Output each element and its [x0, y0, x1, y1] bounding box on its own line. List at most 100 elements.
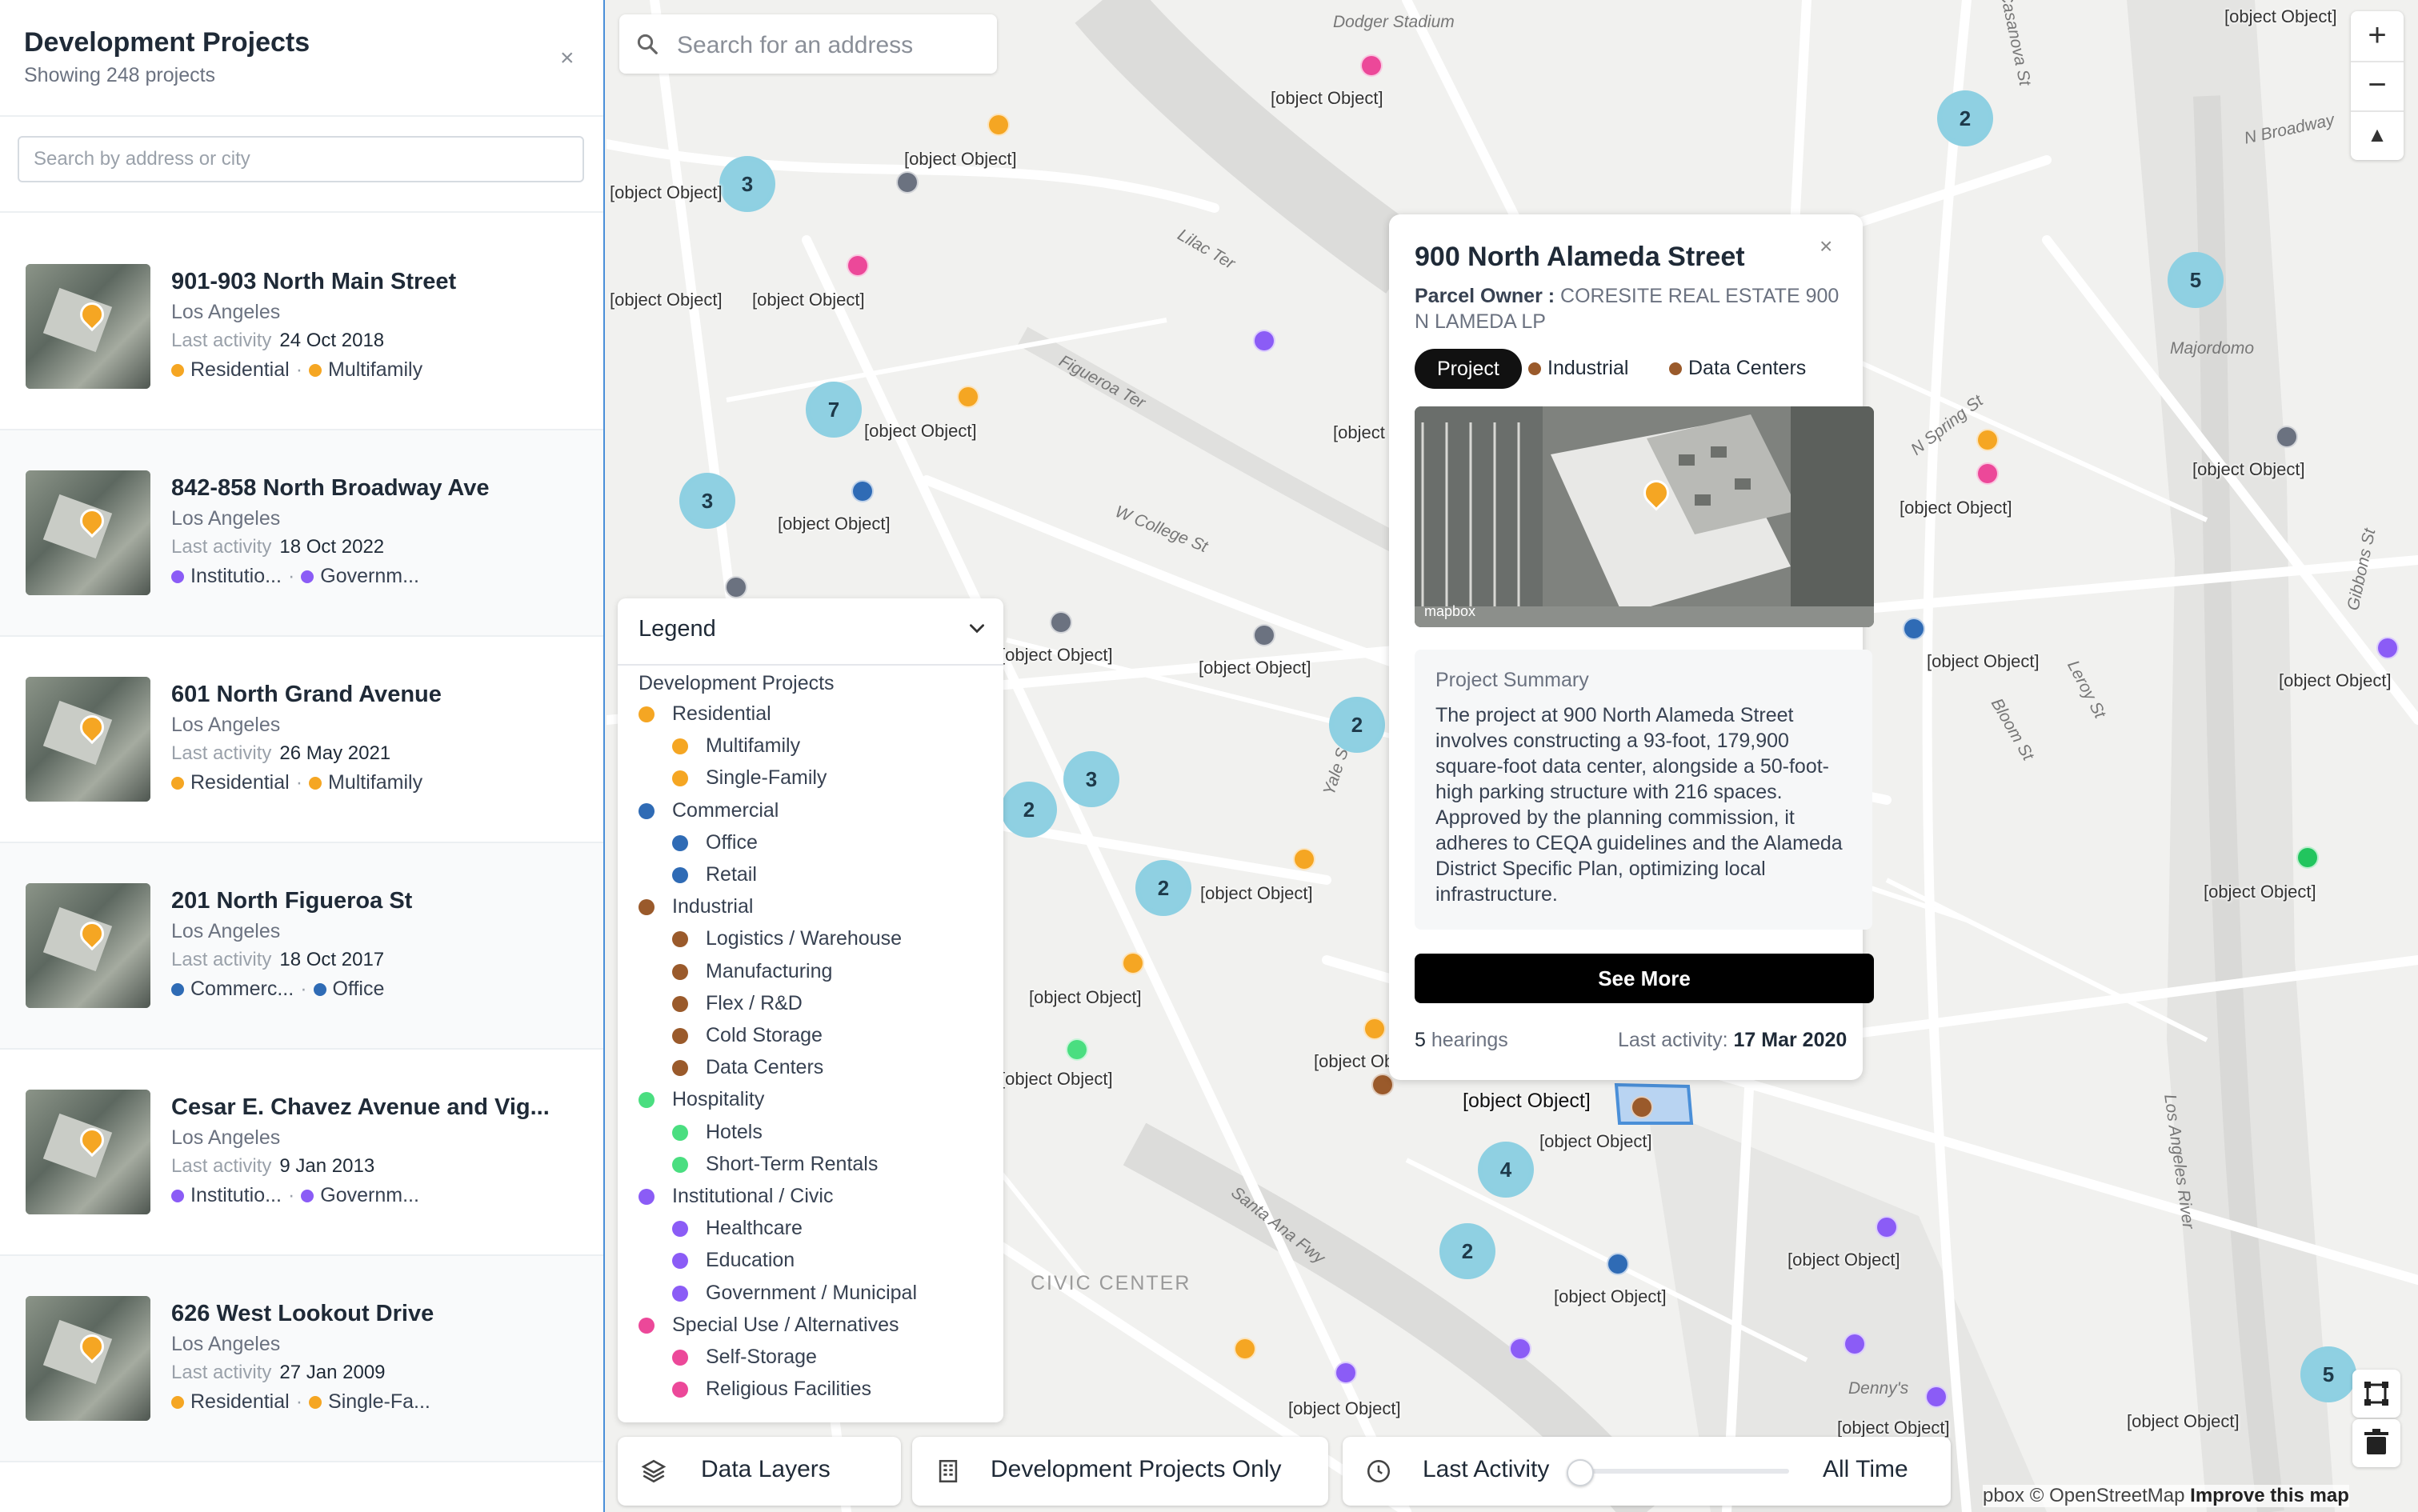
map-feature-label: [object Object]	[864, 421, 977, 441]
last-activity-slider-track[interactable]	[1578, 1469, 1789, 1474]
category-dot	[171, 1396, 184, 1409]
map-marker[interactable]	[1122, 952, 1144, 974]
map-marker[interactable]	[1293, 848, 1315, 870]
project-list-item[interactable]: 201 North Figueroa St Los Angeles Last act…	[0, 843, 603, 1050]
draw-polygon-button[interactable]	[2352, 1370, 2400, 1418]
legend-item-label: Cold Storage	[706, 1024, 823, 1046]
popup-close-icon[interactable]: ×	[1820, 234, 1832, 259]
project-city: Los Angeles	[171, 1126, 281, 1149]
map-marker[interactable]	[1050, 611, 1072, 634]
map-address-search[interactable]: Search for an address	[619, 14, 997, 74]
legend-item-label: Residential	[672, 702, 771, 725]
chevron-down-icon[interactable]	[967, 618, 987, 638]
map-feature-label: [object Object]	[1900, 498, 2012, 518]
legend-item: Data Centers	[672, 1056, 823, 1079]
map-marker[interactable]	[987, 114, 1010, 136]
delete-shape-button[interactable]	[2352, 1419, 2400, 1467]
map-marker[interactable]	[1253, 330, 1275, 352]
map-cluster[interactable]: 7	[806, 382, 862, 438]
map-feature-label: [object Object]	[2192, 459, 2305, 479]
sidebar-close-icon[interactable]: ×	[560, 45, 574, 72]
project-thumbnail	[26, 677, 150, 802]
popup-satellite-image: mapbox	[1415, 406, 1874, 627]
map-cluster[interactable]: 3	[679, 473, 735, 529]
map-marker[interactable]	[1371, 1074, 1394, 1096]
map-cluster[interactable]: 5	[2168, 252, 2224, 308]
map-marker[interactable]	[1335, 1362, 1357, 1384]
zoom-in-button[interactable]: +	[2351, 11, 2404, 59]
legend-item-label: Healthcare	[706, 1217, 803, 1240]
map-marker[interactable]	[1607, 1253, 1629, 1275]
legend-color-dot	[672, 1060, 688, 1077]
map-marker[interactable]	[1360, 54, 1383, 77]
map-marker[interactable]	[1903, 618, 1925, 640]
project-list-item[interactable]: 626 West Lookout Drive Los Angeles Last ac…	[0, 1256, 603, 1462]
compass-reset-button[interactable]: ▲	[2351, 110, 2404, 158]
map-marker[interactable]	[1876, 1216, 1898, 1238]
tag-separator: ·	[295, 1390, 303, 1413]
project-name: 626 West Lookout Drive	[171, 1301, 434, 1326]
improve-map-link[interactable]: Improve this map	[2190, 1485, 2349, 1506]
development-projects-only-toggle[interactable]: Development Projects Only	[912, 1437, 1328, 1506]
project-list-item[interactable]: 901-903 North Main Street Los Angeles Last…	[0, 224, 603, 430]
projects-sidebar: Development Projects Showing 248 project…	[0, 0, 605, 1512]
project-category: Institutio...	[190, 1184, 282, 1206]
project-last-activity: Last activity 24 Oct 2018	[171, 330, 384, 352]
map-cluster[interactable]: 3	[1063, 751, 1119, 807]
map-cluster[interactable]: 5	[2300, 1346, 2356, 1402]
map-cluster[interactable]: 4	[1478, 1142, 1534, 1198]
time-range-value: All Time	[1823, 1456, 1908, 1482]
map-cluster[interactable]: 2	[1135, 860, 1191, 916]
project-list-item[interactable]: Cesar E. Chavez Avenue and Vig... Los Ang…	[0, 1050, 603, 1256]
map-marker[interactable]	[2376, 637, 2399, 659]
map-marker[interactable]	[2276, 426, 2298, 448]
last-activity-slider-thumb[interactable]	[1567, 1459, 1594, 1486]
map-marker[interactable]	[1509, 1338, 1531, 1360]
zoom-out-button[interactable]: −	[2351, 61, 2404, 109]
map-marker[interactable]	[1234, 1338, 1256, 1360]
last-activity-filter-label: Last Activity	[1423, 1456, 1550, 1482]
map-cluster[interactable]: 2	[1439, 1223, 1495, 1279]
data-layers-button[interactable]: Data Layers	[618, 1437, 901, 1506]
map-cluster[interactable]: 2	[1001, 782, 1057, 838]
map-marker[interactable]	[896, 171, 919, 194]
category-dot	[171, 777, 184, 790]
map-marker[interactable]	[1976, 429, 1999, 451]
subcategory-dot	[313, 983, 326, 996]
sidebar-search-input[interactable]	[18, 136, 584, 182]
see-more-button[interactable]: See More	[1415, 954, 1874, 1003]
map-canvas[interactable]: Dodger Stadium Lilac Ter Figueroa Ter W …	[607, 0, 2418, 1512]
category-dot	[171, 364, 184, 377]
map-marker[interactable]	[2296, 846, 2319, 869]
project-subcategory: Office	[332, 978, 385, 1000]
map-marker[interactable]	[1976, 462, 1999, 485]
selected-map-marker[interactable]	[1631, 1096, 1653, 1118]
building-icon	[939, 1459, 958, 1483]
map-marker[interactable]	[1363, 1018, 1386, 1040]
map-marker[interactable]	[847, 254, 869, 277]
project-last-activity: Last activity 18 Oct 2022	[171, 536, 384, 558]
legend-subtitle: Development Projects	[639, 672, 835, 694]
map-attribution: pbox © OpenStreetMap Improve this map	[1983, 1485, 2349, 1507]
last-activity-label: Last activity	[171, 536, 272, 558]
street-label: Denny's	[1848, 1379, 1909, 1398]
map-marker[interactable]	[725, 576, 747, 598]
project-list-item[interactable]: 601 North Grand Avenue Los Angeles Last ac…	[0, 637, 603, 843]
map-cluster[interactable]: 2	[1329, 697, 1385, 753]
legend-color-dot	[672, 1350, 688, 1366]
map-marker[interactable]	[1844, 1333, 1866, 1355]
map-feature-label: [object Object]	[1000, 645, 1113, 665]
project-subcategory: Multifamily	[328, 358, 423, 381]
map-marker[interactable]	[1925, 1386, 1948, 1408]
map-marker[interactable]	[851, 480, 874, 502]
legend-item: Institutional / Civic	[639, 1185, 833, 1208]
project-detail-popup: × 900 North Alameda Street Parcel Owner …	[1389, 214, 1874, 1080]
project-city: Los Angeles	[171, 1333, 281, 1355]
project-list-item[interactable]: 842-858 North Broadway Ave Los Angeles Las…	[0, 430, 603, 637]
map-marker[interactable]	[957, 386, 979, 408]
map-cluster[interactable]: 2	[1937, 90, 1993, 146]
map-cluster[interactable]: 3	[719, 156, 775, 212]
map-marker[interactable]	[1066, 1038, 1088, 1061]
map-marker[interactable]	[1253, 624, 1275, 646]
legend-item: Hospitality	[639, 1088, 764, 1111]
